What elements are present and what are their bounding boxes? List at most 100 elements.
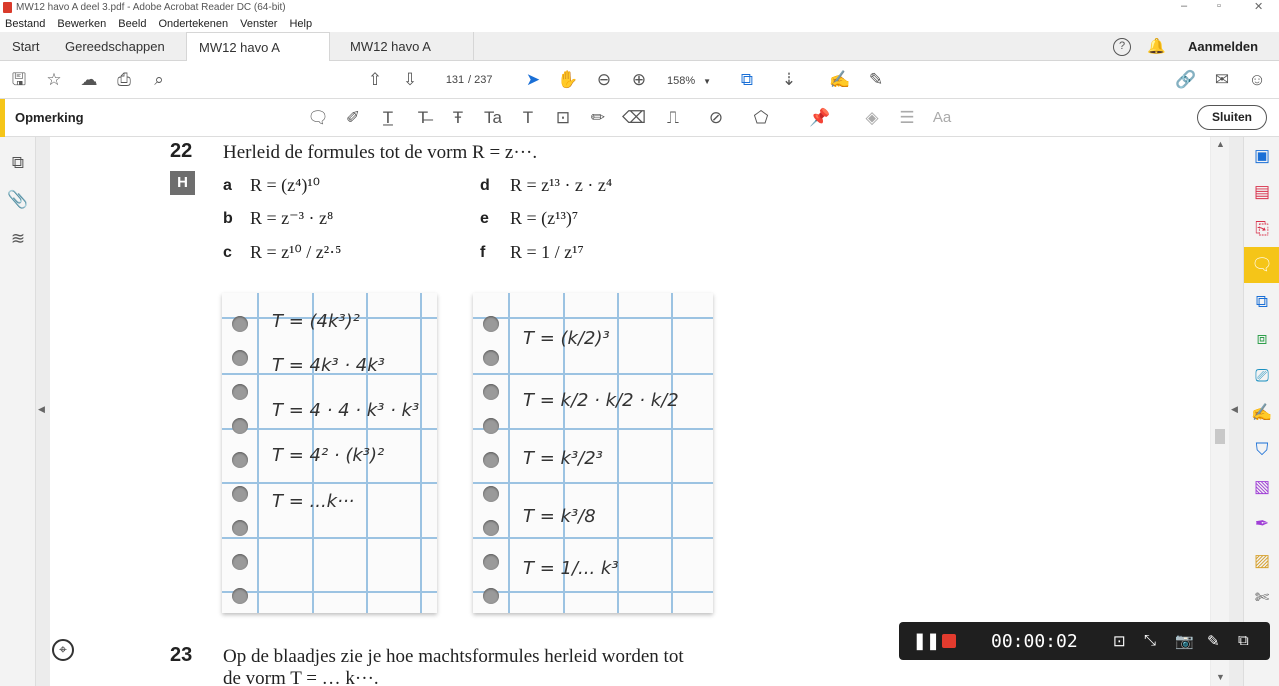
attach-file-icon[interactable]: ⊘ <box>705 108 727 128</box>
fill-and-sign-icon[interactable]: ✍ <box>1251 403 1273 423</box>
notebook-sheet-left: T = (4k³)² T = 4k³ · 4k³ T = 4 · 4 · k³ … <box>222 293 437 613</box>
pin-icon[interactable]: 📌 <box>809 108 831 128</box>
sign-pen-icon[interactable]: ✍ <box>829 70 851 90</box>
binder-hole <box>232 588 248 604</box>
bell-icon[interactable]: 🔔 <box>1147 37 1166 55</box>
exercise-number: 23 <box>170 644 193 666</box>
user-share-icon[interactable]: ☺ <box>1246 70 1268 90</box>
page-number-input[interactable]: 131 <box>440 70 470 90</box>
close-window-icon[interactable]: ✕ <box>1254 0 1263 13</box>
upload-cloud-icon[interactable]: ☁ <box>78 70 100 90</box>
item-label: a <box>223 177 232 194</box>
organize-pages-icon[interactable]: ▤ <box>1251 182 1273 202</box>
collapse-left-panel-icon[interactable]: ◀ <box>38 404 45 415</box>
handwritten-step: T = 1/... k³ <box>523 558 619 579</box>
pencil-icon[interactable]: ✏ <box>587 108 609 128</box>
email-icon[interactable]: ✉ <box>1211 70 1233 90</box>
prepare-form-icon[interactable]: ▧ <box>1251 477 1273 497</box>
shapes-icon[interactable]: ⬠ <box>750 108 772 128</box>
item-formula: R = (z¹³)⁷ <box>510 208 579 228</box>
binder-hole <box>232 316 248 332</box>
share-link-icon[interactable]: 🔗 <box>1175 70 1197 90</box>
maximize-icon[interactable]: ▫ <box>1217 0 1221 12</box>
camera-icon[interactable]: 📷 <box>1175 632 1194 650</box>
handwritten-step: T = 4 · 4 · k³ · k³ <box>272 400 420 421</box>
layers-icon[interactable]: ≋ <box>7 229 29 249</box>
request-signature-icon[interactable]: ✒ <box>1251 514 1273 534</box>
insert-text-icon[interactable]: Ta <box>482 108 504 128</box>
grid-line <box>473 482 713 484</box>
export-pdf-icon[interactable]: ⎘ <box>1251 219 1273 239</box>
tab-document-2[interactable]: MW12 havo A deel... <box>338 32 474 83</box>
menu-ondertekenen[interactable]: Ondertekenen <box>158 18 228 30</box>
eraser-icon[interactable]: ⌫ <box>622 108 646 128</box>
more-tools-icon[interactable]: ✄ <box>1251 588 1273 608</box>
fullscreen-icon[interactable]: ⤡ <box>1144 632 1156 649</box>
tab-tools[interactable]: Gereedschappen <box>53 32 177 61</box>
hand-tool-icon[interactable]: ✋ <box>557 70 579 90</box>
line-weight-icon[interactable]: ☰ <box>896 108 918 128</box>
sticky-note-icon[interactable]: 🗨 <box>307 108 329 128</box>
handwritten-step: T = 4² · (k³)² <box>272 445 385 466</box>
scroll-thumb[interactable] <box>1215 429 1225 444</box>
fill-sign-icon[interactable]: ✎ <box>865 70 887 90</box>
stop-record-icon[interactable] <box>942 634 956 648</box>
highlight-icon[interactable]: ✐ <box>342 108 364 128</box>
tab-start[interactable]: Start <box>0 32 51 61</box>
minimize-recorder-icon[interactable]: ⧉ <box>1238 632 1249 649</box>
print-icon[interactable]: ⎙ <box>113 70 135 90</box>
help-icon[interactable]: ? <box>1113 38 1131 56</box>
menu-bewerken[interactable]: Bewerken <box>57 18 106 30</box>
font-size-icon[interactable]: Aa <box>931 108 953 128</box>
combine-files-icon[interactable]: ⧉ <box>1251 292 1273 312</box>
save-icon[interactable]: 🖫 <box>8 70 30 90</box>
collapse-right-panel-icon[interactable]: ◀ <box>1231 404 1238 415</box>
binder-hole <box>483 520 499 536</box>
zoom-out-icon[interactable]: ⊖ <box>593 70 615 90</box>
next-page-icon[interactable]: ⇩ <box>399 70 421 90</box>
tab-bar: Start Gereedschappen MW12 havo A deel...… <box>0 32 1279 84</box>
fill-color-icon[interactable]: ◈ <box>861 108 883 128</box>
pages-thumbnail-icon[interactable]: ⧉ <box>7 153 29 173</box>
zoom-in-icon[interactable]: ⊕ <box>628 70 650 90</box>
zoom-select[interactable]: 158% ▼ <box>667 72 719 90</box>
webcam-icon[interactable]: ⊡ <box>1113 632 1126 650</box>
scroll-up-icon[interactable]: ▲ <box>1216 139 1225 149</box>
chevron-down-icon: ▼ <box>703 77 712 86</box>
strikethrough-icon[interactable]: T̶ <box>412 108 434 128</box>
vertical-scrollbar[interactable]: ▲ ▼ <box>1211 137 1229 686</box>
close-comment-button[interactable]: Sluiten <box>1197 105 1267 130</box>
create-pdf-icon[interactable]: ▣ <box>1251 146 1273 166</box>
replace-text-icon[interactable]: Ŧ <box>447 108 469 128</box>
add-text-icon[interactable]: T <box>517 108 539 128</box>
document-viewer[interactable]: 22 Herleid de formules tot de vorm R = z… <box>50 137 1210 686</box>
attachments-icon[interactable]: 📎 <box>7 190 29 210</box>
bookmark-star-icon[interactable]: ☆ <box>43 70 65 90</box>
search-icon[interactable]: ⌕ <box>148 70 170 90</box>
draw-pen-icon[interactable]: ✎ <box>1207 632 1220 650</box>
menu-bestand[interactable]: Bestand <box>5 18 45 30</box>
sign-in-link[interactable]: Aanmelden <box>1188 39 1258 54</box>
select-cursor-icon[interactable]: ➤ <box>522 70 544 90</box>
underline-text-icon[interactable]: T̲ <box>377 108 399 128</box>
menu-beeld[interactable]: Beeld <box>118 18 146 30</box>
minimize-icon[interactable]: – <box>1181 0 1187 12</box>
page-layout-icon[interactable]: ⧉ <box>736 70 758 90</box>
scrolling-mode-icon[interactable]: ⇣ <box>778 70 800 90</box>
crosshair-icon[interactable]: ⌖ <box>52 639 74 661</box>
compress-icon[interactable]: ⧈ <box>1251 329 1273 349</box>
menu-venster[interactable]: Venster <box>240 18 277 30</box>
tab-document-active[interactable]: MW12 havo A deel... ✕ <box>186 32 330 84</box>
pause-icon[interactable]: ❚❚ <box>913 631 940 651</box>
send-for-review-icon[interactable]: ▨ <box>1251 551 1273 571</box>
text-box-icon[interactable]: ⊡ <box>552 108 574 128</box>
stamp-icon[interactable]: ⎍ <box>662 108 684 128</box>
protect-shield-icon[interactable]: ⛉ <box>1251 440 1273 460</box>
menu-help[interactable]: Help <box>289 18 312 30</box>
scan-ocr-icon[interactable]: ⎚ <box>1251 366 1273 386</box>
item-label: c <box>223 244 232 261</box>
grid-line <box>671 293 673 613</box>
scroll-down-icon[interactable]: ▼ <box>1216 672 1225 682</box>
comment-mode-label: Opmerking <box>15 110 84 125</box>
previous-page-icon[interactable]: ⇧ <box>364 70 386 90</box>
